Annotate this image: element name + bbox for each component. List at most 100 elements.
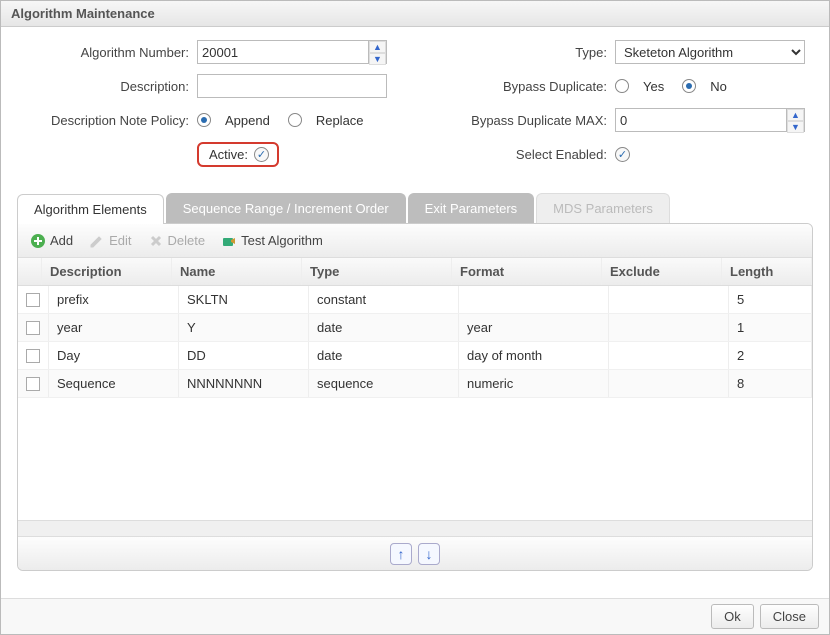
algorithm-number-spinner[interactable]: ▲ ▼ [197,40,387,64]
append-radio[interactable] [197,113,211,127]
edit-icon [89,233,105,249]
cell-length: 1 [729,314,812,341]
bypass-duplicate-max-spinner[interactable]: ▲ ▼ [615,108,805,132]
type-label: Type: [435,45,615,60]
spinner-down-icon[interactable]: ▼ [787,121,804,133]
bypass-no-radio[interactable] [682,79,696,93]
active-label: Active: [209,147,248,162]
cell-format: day of month [459,342,609,369]
cell-name: Y [179,314,309,341]
replace-radio-label: Replace [316,113,364,128]
cell-format: numeric [459,370,609,397]
cell-description: Day [49,342,179,369]
row-checkbox[interactable] [26,377,40,391]
row-checkbox[interactable] [26,349,40,363]
arrow-down-icon: ↓ [426,546,433,562]
cell-format [459,286,609,313]
cell-format: year [459,314,609,341]
algorithm-elements-panel: Add Edit Delete [17,223,813,571]
add-button-label: Add [50,233,73,248]
cell-name: SKLTN [179,286,309,313]
col-description[interactable]: Description [42,258,172,285]
edit-button[interactable]: Edit [83,229,137,253]
description-input[interactable] [197,74,387,98]
col-type[interactable]: Type [302,258,452,285]
cell-length: 8 [729,370,812,397]
cell-description: year [49,314,179,341]
table-row[interactable]: DayDDdateday of month 2 [18,342,812,370]
ok-button[interactable]: Ok [711,604,754,629]
table-row[interactable]: prefixSKLTNconstant 5 [18,286,812,314]
algorithm-maintenance-dialog: Algorithm Maintenance Algorithm Number: … [0,0,830,635]
bypass-yes-radio[interactable] [615,79,629,93]
tab-strip: Algorithm Elements Sequence Range / Incr… [17,193,813,223]
test-algorithm-label: Test Algorithm [241,233,323,248]
spinner-down-icon[interactable]: ▼ [369,53,386,65]
cell-type: date [309,314,459,341]
col-length[interactable]: Length [722,258,812,285]
delete-icon [148,233,164,249]
cell-type: sequence [309,370,459,397]
active-checkbox[interactable] [254,147,269,162]
arrow-up-icon: ↑ [398,546,405,562]
cell-length: 2 [729,342,812,369]
grid-body: prefixSKLTNconstant5yearYdateyear1DayDDd… [18,286,812,520]
add-icon [30,233,46,249]
bypass-yes-label: Yes [643,79,664,94]
tab-exit-parameters[interactable]: Exit Parameters [408,193,534,223]
row-checkbox[interactable] [26,321,40,335]
move-up-button[interactable]: ↑ [390,543,412,565]
cell-length: 5 [729,286,812,313]
tab-mds-parameters[interactable]: MDS Parameters [536,193,670,223]
algorithm-number-input[interactable] [197,40,387,64]
bypass-no-label: No [710,79,727,94]
cell-exclude [609,286,729,313]
spinner-up-icon[interactable]: ▲ [369,41,386,53]
grid-horizontal-scrollbar[interactable] [18,520,812,536]
dialog-title: Algorithm Maintenance [1,1,829,27]
delete-button-label: Delete [168,233,206,248]
active-highlight: Active: [197,142,279,167]
append-radio-label: Append [225,113,270,128]
test-algorithm-button[interactable]: Test Algorithm [215,229,329,253]
grid-header: Description Name Type Format Exclude Len… [18,258,812,286]
cell-exclude [609,370,729,397]
add-button[interactable]: Add [24,229,79,253]
algorithm-number-label: Algorithm Number: [17,45,197,60]
table-row[interactable]: SequenceNNNNNNNNsequencenumeric 8 [18,370,812,398]
cell-exclude [609,342,729,369]
description-note-policy-label: Description Note Policy: [17,113,197,128]
bypass-duplicate-max-label: Bypass Duplicate MAX: [435,113,615,128]
col-exclude[interactable]: Exclude [602,258,722,285]
description-label: Description: [17,79,197,94]
cell-type: date [309,342,459,369]
test-icon [221,233,237,249]
delete-button[interactable]: Delete [142,229,212,253]
replace-radio[interactable] [288,113,302,127]
type-select[interactable]: Sketeton Algorithm [615,40,805,64]
tab-sequence-range[interactable]: Sequence Range / Increment Order [166,193,406,223]
spinner-up-icon[interactable]: ▲ [787,109,804,121]
edit-button-label: Edit [109,233,131,248]
cell-description: Sequence [49,370,179,397]
cell-description: prefix [49,286,179,313]
bypass-duplicate-max-input[interactable] [615,108,805,132]
cell-name: DD [179,342,309,369]
select-enabled-label: Select Enabled: [435,147,615,162]
select-enabled-checkbox[interactable] [615,147,630,162]
table-row[interactable]: yearYdateyear1 [18,314,812,342]
cell-name: NNNNNNNN [179,370,309,397]
dialog-button-bar: Ok Close [1,598,829,634]
bypass-duplicate-label: Bypass Duplicate: [435,79,615,94]
grid-toolbar: Add Edit Delete [18,224,812,258]
move-down-button[interactable]: ↓ [418,543,440,565]
form-area: Algorithm Number: ▲ ▼ Description: [17,39,813,193]
col-name[interactable]: Name [172,258,302,285]
col-format[interactable]: Format [452,258,602,285]
cell-exclude [609,314,729,341]
close-button[interactable]: Close [760,604,819,629]
cell-type: constant [309,286,459,313]
grid-footer: ↑ ↓ [18,536,812,570]
row-checkbox[interactable] [26,293,40,307]
tab-algorithm-elements[interactable]: Algorithm Elements [17,194,164,224]
